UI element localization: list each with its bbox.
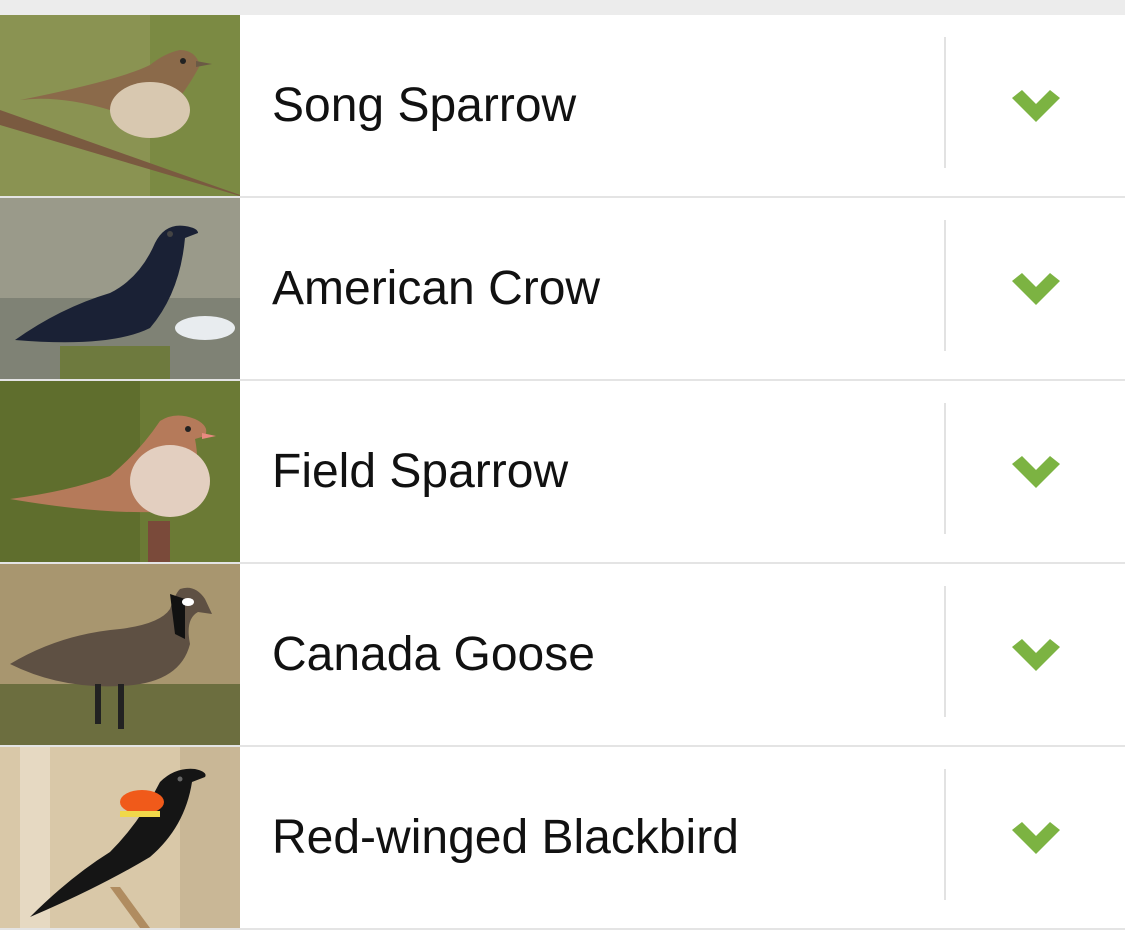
- checkmark-button[interactable]: [986, 747, 1086, 928]
- checkmark-icon: [1012, 455, 1060, 488]
- bird-row[interactable]: American Crow: [0, 198, 1125, 381]
- bird-name: Canada Goose: [272, 628, 595, 681]
- row-divider: [944, 37, 946, 168]
- bird-row[interactable]: Field Sparrow: [0, 381, 1125, 564]
- bird-photo-canada-goose: [0, 564, 240, 745]
- bird-photo-field-sparrow: [0, 381, 240, 562]
- bird-photo-song-sparrow: [0, 15, 240, 196]
- bird-photo-red-winged-blackbird: [0, 747, 240, 928]
- top-strip: [0, 0, 1125, 15]
- checkmark-icon: [1012, 821, 1060, 854]
- checkmark-button[interactable]: [986, 15, 1086, 196]
- bird-name: Song Sparrow: [272, 79, 577, 132]
- row-divider: [944, 586, 946, 717]
- bird-name: Field Sparrow: [272, 445, 569, 498]
- row-divider: [944, 220, 946, 351]
- checkmark-button[interactable]: [986, 564, 1086, 745]
- checkmark-button[interactable]: [986, 381, 1086, 562]
- bird-row[interactable]: Red-winged Blackbird: [0, 747, 1125, 930]
- row-divider: [944, 769, 946, 900]
- bird-list: Song Sparrow American Crow Field Sparrow…: [0, 15, 1125, 930]
- bird-row[interactable]: Canada Goose: [0, 564, 1125, 747]
- bird-name: American Crow: [272, 262, 601, 315]
- bird-photo-american-crow: [0, 198, 240, 379]
- checkmark-button[interactable]: [986, 198, 1086, 379]
- checkmark-icon: [1012, 89, 1060, 122]
- bird-name: Red-winged Blackbird: [272, 811, 739, 864]
- checkmark-icon: [1012, 638, 1060, 671]
- checkmark-icon: [1012, 272, 1060, 305]
- row-divider: [944, 403, 946, 534]
- bird-row[interactable]: Song Sparrow: [0, 15, 1125, 198]
